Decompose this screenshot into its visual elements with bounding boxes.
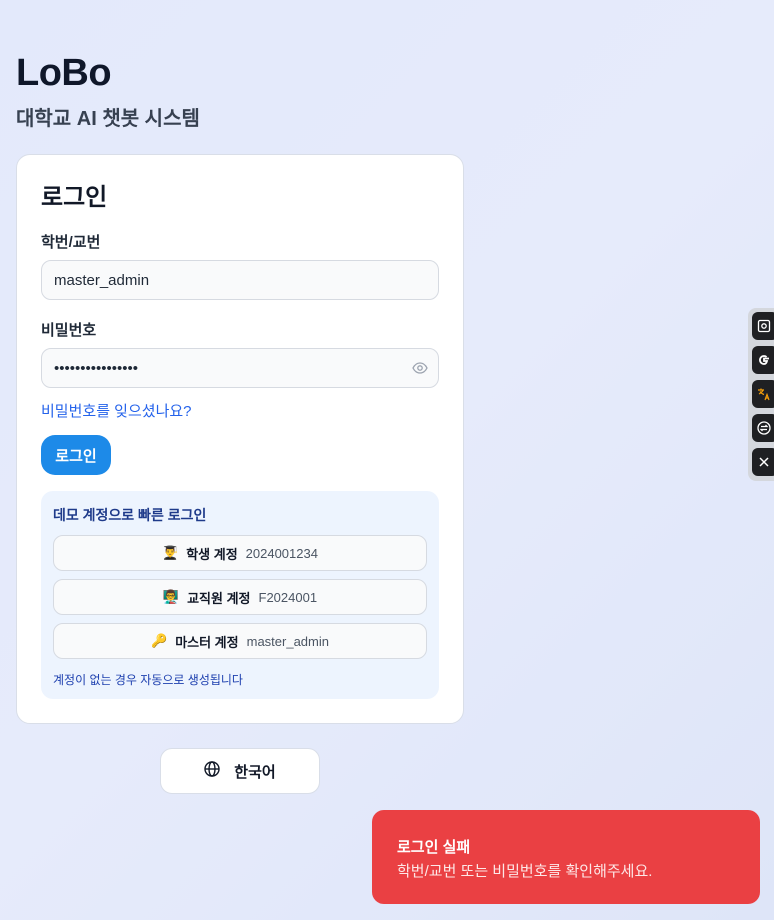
side-toolbar <box>748 308 774 481</box>
screenshot-icon[interactable] <box>752 312 774 340</box>
language-button[interactable]: 한국어 <box>160 748 320 794</box>
demo-account-name: 마스터 계정 <box>175 634 239 650</box>
demo-accounts-panel: 데모 계정으로 빠른 로그인 👨‍🎓 학생 계정 2024001234 👨‍🏫 … <box>41 491 439 699</box>
id-input[interactable] <box>41 260 439 300</box>
student-icon: 👨‍🎓 <box>162 545 179 560</box>
forgot-password-link[interactable]: 비밀번호를 잊으셨나요? <box>41 400 192 421</box>
key-icon: 🔑 <box>151 633 168 648</box>
brand-title: LoBo <box>16 52 112 94</box>
password-label: 비밀번호 <box>41 322 97 339</box>
exchange-icon[interactable] <box>752 414 774 442</box>
demo-title: 데모 계정으로 빠른 로그인 <box>53 507 207 523</box>
login-card: 로그인 학번/교번 비밀번호 비밀번호를 잊으셨나요? 로그인 데모 계정으로 … <box>16 154 464 724</box>
login-button[interactable]: 로그인 <box>41 435 111 475</box>
demo-account-name: 학생 계정 <box>186 546 238 562</box>
google-icon[interactable] <box>752 346 774 374</box>
brand-subtitle: 대학교 AI 챗봇 시스템 <box>16 108 200 130</box>
error-toast: 로그인 실패 학번/교번 또는 비밀번호를 확인해주세요. <box>372 810 760 904</box>
demo-account-id: F2024001 <box>258 589 318 605</box>
translate-icon[interactable] <box>752 380 774 408</box>
demo-note: 계정이 없는 경우 자동으로 생성됩니다 <box>53 673 243 687</box>
id-label: 학번/교번 <box>41 234 101 251</box>
demo-account-id: 2024001234 <box>245 545 318 561</box>
login-title: 로그인 <box>41 184 108 211</box>
teacher-icon: 👨‍🏫 <box>162 589 180 604</box>
close-icon[interactable] <box>752 448 774 476</box>
demo-student-button[interactable]: 👨‍🎓 학생 계정 2024001234 <box>53 535 427 571</box>
eye-icon[interactable] <box>411 361 429 375</box>
password-input[interactable] <box>41 348 439 388</box>
demo-master-button[interactable]: 🔑 마스터 계정 master_admin <box>53 623 427 659</box>
demo-account-id: master_admin <box>246 633 329 649</box>
toast-message: 학번/교번 또는 비밀번호를 확인해주세요. <box>397 863 653 880</box>
toast-title: 로그인 실패 <box>397 839 471 856</box>
globe-icon <box>204 760 220 782</box>
demo-staff-button[interactable]: 👨‍🏫 교직원 계정 F2024001 <box>53 579 427 615</box>
language-label: 한국어 <box>234 763 276 781</box>
demo-account-name: 교직원 계정 <box>187 590 251 606</box>
